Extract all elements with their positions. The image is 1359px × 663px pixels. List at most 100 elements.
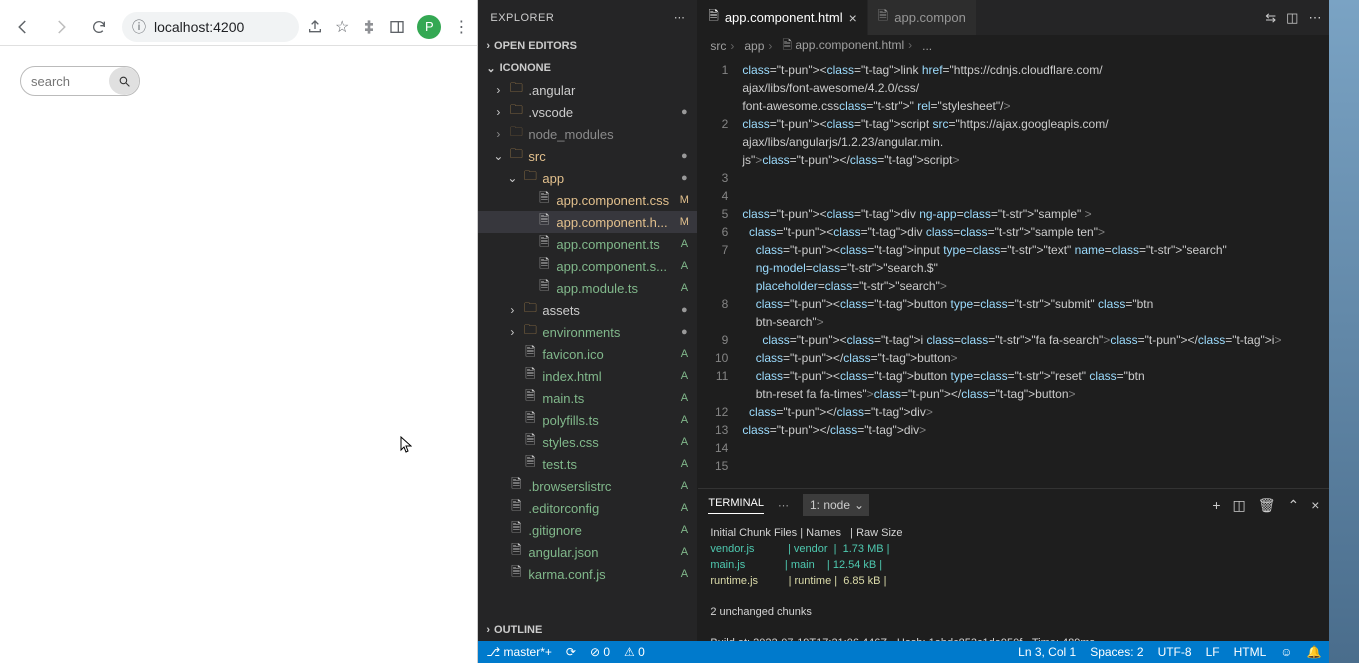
folder-icon: 🗀 — [522, 167, 538, 189]
split-terminal-icon[interactable]: ◫ — [1233, 497, 1246, 514]
file-main.ts[interactable]: 🗎 main.ts A — [478, 387, 697, 409]
folder-node_modules[interactable]: ›🗀node_modules — [478, 123, 697, 145]
back-button[interactable] — [8, 12, 38, 42]
file-favicon.ico[interactable]: 🗎favicon.icoA — [478, 343, 697, 365]
file-test.ts[interactable]: 🗎test.tsA — [478, 453, 697, 475]
minimap[interactable] — [1281, 57, 1329, 488]
sync-icon[interactable]: ⟳ — [566, 645, 576, 659]
file-app.component.css[interactable]: 🗎app.component.cssM — [478, 189, 697, 211]
encoding[interactable]: UTF-8 — [1158, 645, 1192, 659]
file-angular.json[interactable]: 🗎 angular.json A — [478, 541, 697, 563]
git-badge: A — [677, 546, 691, 558]
folder-environments[interactable]: ›🗀environments● — [478, 321, 697, 343]
file-app.module.ts[interactable]: 🗎app.module.tsA — [478, 277, 697, 299]
browser-tabstrip — [0, 0, 477, 8]
file-icon: 🗎 — [536, 277, 552, 299]
folder-.vscode[interactable]: ›🗀.vscode● — [478, 101, 697, 123]
file-polyfills.ts[interactable]: 🗎polyfills.tsA — [478, 409, 697, 431]
terminal-task-select[interactable]: 1: node — [803, 494, 869, 516]
panel-icon[interactable] — [389, 19, 405, 35]
terminal-more-icon[interactable]: ⋯ — [778, 499, 789, 512]
tree-item-label: app.component.s... — [556, 259, 673, 274]
profile-avatar[interactable]: P — [417, 15, 441, 39]
tree-item-label: index.html — [542, 369, 673, 384]
file-icon: 🗎 — [508, 497, 524, 519]
desktop-sliver — [1329, 0, 1359, 663]
close-icon[interactable]: × — [849, 10, 857, 26]
eol[interactable]: LF — [1206, 645, 1220, 659]
git-badge: A — [677, 524, 691, 536]
git-badge: A — [677, 348, 691, 360]
file-.gitignore[interactable]: 🗎.gitignoreA — [478, 519, 697, 541]
folder-src[interactable]: ⌄🗀src● — [478, 145, 697, 167]
folder-app[interactable]: ⌄🗀app● — [478, 167, 697, 189]
terminal-tab[interactable]: TERMINAL — [708, 497, 764, 514]
file-icon: 🗎 — [536, 189, 552, 211]
file-karma.conf.js[interactable]: 🗎karma.conf.jsA — [478, 563, 697, 585]
folder-assets[interactable]: ›🗀assets● — [478, 299, 697, 321]
vscode-window: EXPLORER ⋯ ›OPEN EDITORS ⌄ICONONE ›🗀.ang… — [478, 0, 1329, 663]
explorer-more-icon[interactable]: ⋯ — [674, 11, 686, 24]
file-icon: 🗎 — [522, 343, 538, 365]
search-submit-button[interactable] — [109, 67, 139, 95]
tree-item-label: angular.json — [528, 545, 673, 560]
page-content — [0, 46, 477, 663]
site-info-icon[interactable]: ⓘ — [132, 17, 146, 37]
tab-app-compon[interactable]: 🗎 app.compon — [868, 0, 977, 35]
file-tree: ›🗀.angular›🗀.vscode●›🗀node_modules⌄🗀src●… — [478, 79, 697, 585]
split-icon[interactable]: ◫ — [1286, 10, 1298, 26]
reload-button[interactable] — [84, 12, 114, 42]
url-text: localhost:4200 — [154, 19, 244, 35]
breadcrumbs[interactable]: src app 🗎 app.component.html ... — [698, 35, 1329, 57]
address-bar[interactable]: ⓘ localhost:4200 — [122, 12, 299, 42]
code-editor[interactable]: 123456789101112131415 class="t-pun"><cla… — [698, 57, 1329, 488]
folder-icon: 🗀 — [508, 79, 524, 101]
language-mode[interactable]: HTML — [1234, 645, 1267, 659]
indentation[interactable]: Spaces: 2 — [1090, 645, 1143, 659]
file-app.component.ts[interactable]: 🗎app.component.tsA — [478, 233, 697, 255]
file-.browserslistrc[interactable]: 🗎.browserslistrcA — [478, 475, 697, 497]
file-app.component.s...[interactable]: 🗎app.component.s...A — [478, 255, 697, 277]
browser-window: ⓘ localhost:4200 ☆ P ⋮ — [0, 0, 478, 663]
file-.editorconfig[interactable]: 🗎.editorconfigA — [478, 497, 697, 519]
open-editors-section[interactable]: ›OPEN EDITORS — [478, 35, 697, 57]
bell-icon[interactable]: 🔔 — [1307, 645, 1322, 659]
file-icon: 🗎 — [522, 387, 538, 409]
git-badge: A — [677, 260, 691, 272]
kill-terminal-icon[interactable]: 🗑 — [1258, 497, 1276, 514]
menu-icon[interactable]: ⋮ — [453, 17, 469, 37]
tree-item-label: app.module.ts — [556, 281, 673, 296]
new-terminal-icon[interactable]: + — [1212, 497, 1220, 514]
errors-count[interactable]: ⊘ 0 — [590, 645, 610, 659]
maximize-icon[interactable]: ⌃ — [1288, 497, 1300, 514]
share-icon[interactable] — [307, 19, 323, 35]
file-styles.css[interactable]: 🗎styles.cssA — [478, 431, 697, 453]
project-section[interactable]: ⌄ICONONE — [478, 57, 697, 79]
tab-app-component-html[interactable]: 🗎 app.component.html × — [698, 0, 867, 35]
file-icon: 🗎 — [522, 453, 538, 475]
feedback-icon[interactable]: ☺ — [1280, 645, 1292, 659]
git-badge: A — [677, 392, 691, 404]
folder-.angular[interactable]: ›🗀.angular — [478, 79, 697, 101]
bookmark-icon[interactable]: ☆ — [335, 17, 349, 37]
tree-item-label: main.ts — [542, 391, 673, 406]
tree-item-label: test.ts — [542, 457, 673, 472]
tree-item-label: environments — [542, 325, 673, 340]
more-icon[interactable]: ⋯ — [1308, 10, 1321, 26]
git-badge: A — [677, 414, 691, 426]
git-badge: M — [677, 216, 691, 228]
search-input[interactable] — [21, 67, 109, 95]
cursor-position[interactable]: Ln 3, Col 1 — [1018, 645, 1076, 659]
extensions-icon[interactable] — [361, 19, 377, 35]
forward-button[interactable] — [46, 12, 76, 42]
folder-icon: 🗀 — [522, 299, 538, 321]
file-app.component.h...[interactable]: 🗎app.component.h...M — [478, 211, 697, 233]
outline-section[interactable]: ›OUTLINE — [478, 619, 697, 641]
close-panel-icon[interactable]: × — [1311, 497, 1319, 514]
file-index.html[interactable]: 🗎index.htmlA — [478, 365, 697, 387]
file-icon: 🗎 — [508, 541, 524, 563]
compare-icon[interactable]: ⇆ — [1265, 10, 1276, 26]
git-branch[interactable]: ⎇ master*+ — [486, 645, 552, 659]
terminal-panel: TERMINAL ⋯ 1: node + ◫ 🗑 ⌃ × Initial Chu… — [698, 488, 1329, 663]
warnings-count[interactable]: ⚠ 0 — [624, 645, 645, 659]
